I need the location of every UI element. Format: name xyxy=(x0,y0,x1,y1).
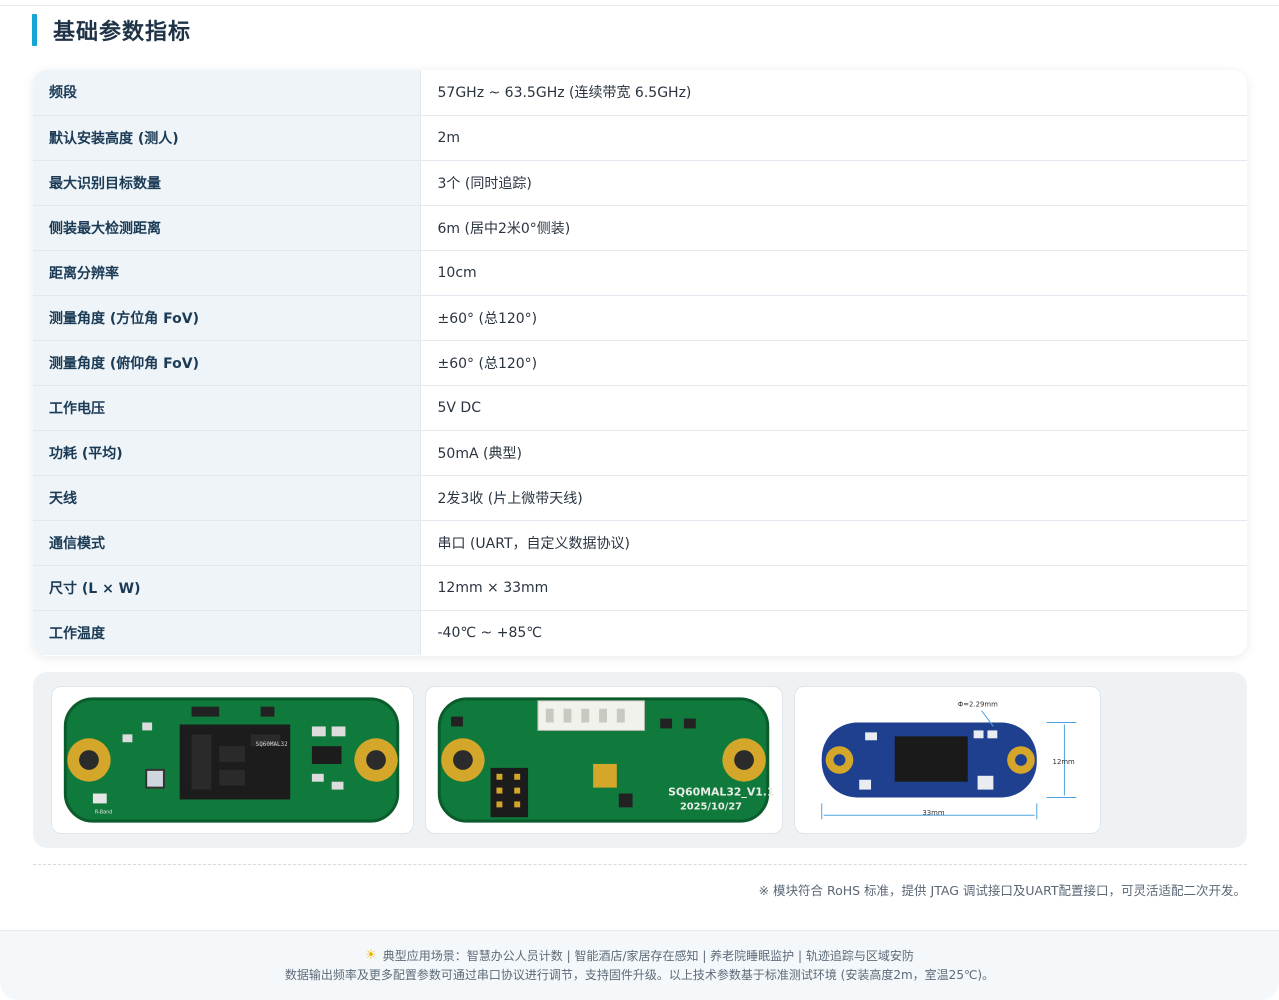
spec-row: 侧装最大检测距离 6m (居中2米0°侧装) xyxy=(33,205,1247,251)
spec-value: 串口 (UART，自定义数据协议) xyxy=(420,520,1247,566)
board-date-label: 2025/10/27 xyxy=(680,801,742,812)
spec-row: 尺寸 (L × W) 12mm × 33mm xyxy=(33,565,1247,611)
spec-value: 10cm xyxy=(420,250,1247,296)
spec-label: 距离分辨率 xyxy=(33,250,421,296)
application-scenarios-text: 典型应用场景：智慧办公人员计数 | 智能酒店/家居存在感知 | 养老院睡眠监护 … xyxy=(382,949,914,963)
board-back-image: SQ60MAL32 R-Band xyxy=(63,697,400,823)
height-dimension: 12mm xyxy=(1053,758,1075,766)
top-divider xyxy=(0,0,1279,6)
spec-label: 最大识别目标数量 xyxy=(33,160,421,206)
board-model-label: SQ60MAL32_V1.1 xyxy=(668,786,774,799)
page-footer: ☀ 典型应用场景：智慧办公人员计数 | 智能酒店/家居存在感知 | 养老院睡眠监… xyxy=(0,930,1279,1000)
spec-value: 57GHz ~ 63.5GHz (连续带宽 6.5GHz) xyxy=(420,70,1247,116)
spec-table-card: 频段 57GHz ~ 63.5GHz (连续带宽 6.5GHz) 默认安装高度 (… xyxy=(33,70,1247,656)
spec-label: 工作电压 xyxy=(33,385,421,431)
spec-row: 频段 57GHz ~ 63.5GHz (连续带宽 6.5GHz) xyxy=(33,70,1247,116)
board-front-photo[interactable]: SQ60MAL32_V1.1 2025/10/27 xyxy=(425,686,783,834)
compliance-note: ※ 模块符合 RoHS 标准，提供 JTAG 调试接口及UART配置接口，可灵活… xyxy=(758,883,1246,898)
spec-label: 尺寸 (L × W) xyxy=(33,565,421,611)
spec-label: 频段 xyxy=(33,70,421,116)
chip-marking: SQ60MAL32 xyxy=(256,742,288,748)
spec-label: 通信模式 xyxy=(33,520,421,566)
spec-label: 天线 xyxy=(33,475,421,521)
section-title: 基础参数指标 xyxy=(53,20,192,45)
dimension-drawing-image: 12mm 33mm Φ=2.29mm xyxy=(821,701,1077,820)
sun-icon: ☀ xyxy=(365,948,377,963)
dimension-drawing-photo[interactable]: 12mm 33mm Φ=2.29mm xyxy=(794,686,1101,834)
section-header: 基础参数指标 xyxy=(32,14,191,46)
spec-label: 默认安装高度 (测人) xyxy=(33,115,421,161)
section-accent-bar xyxy=(32,14,37,46)
spec-row: 天线 2发3收 (片上微带天线) xyxy=(33,475,1247,521)
spec-row: 工作温度 -40℃ ~ +85℃ xyxy=(33,610,1247,655)
spec-value: -40℃ ~ +85℃ xyxy=(437,624,543,641)
spec-label: 功耗 (平均) xyxy=(33,430,421,476)
spec-value: ±60° (总120°) xyxy=(420,340,1247,386)
width-dimension: 33mm xyxy=(922,809,944,817)
product-photo-gallery: SQ60MAL32 R-Band SQ60MAL32_V1.1 2025/10/… xyxy=(33,672,1247,848)
application-scenarios: ☀ 典型应用场景：智慧办公人员计数 | 智能酒店/家居存在感知 | 养老院睡眠监… xyxy=(0,947,1279,964)
spec-row: 功耗 (平均) 50mA (典型) xyxy=(33,430,1247,476)
spec-value: 50mA (典型) xyxy=(420,430,1247,476)
spec-value: 2发3收 (片上微带天线) xyxy=(420,475,1247,521)
spec-row: 默认安装高度 (测人) 2m xyxy=(33,115,1247,161)
spec-value: 6m (居中2米0°侧装) xyxy=(420,205,1247,251)
spec-label: 工作温度 xyxy=(33,610,421,655)
footer-disclaimer: 数据输出频率及更多配置参数可通过串口协议进行调节，支持固件升级。以上技术参数基于… xyxy=(284,968,995,982)
spec-label: 测量角度 (俯仰角 FoV) xyxy=(33,340,421,386)
hole-dimension: Φ=2.29mm xyxy=(958,701,998,709)
spec-row: 最大识别目标数量 3个 (同时追踪) xyxy=(33,160,1247,206)
board-front-image: SQ60MAL32_V1.1 2025/10/27 xyxy=(437,697,774,823)
spec-table: 频段 57GHz ~ 63.5GHz (连续带宽 6.5GHz) 默认安装高度 (… xyxy=(33,70,1247,655)
dashed-divider xyxy=(33,864,1247,865)
spec-value: ±60° (总120°) xyxy=(420,295,1247,341)
spec-row: 测量角度 (方位角 FoV) ±60° (总120°) xyxy=(33,295,1247,341)
spec-value: 3个 (同时追踪) xyxy=(420,160,1247,206)
spec-row: 测量角度 (俯仰角 FoV) ±60° (总120°) xyxy=(33,340,1247,386)
spec-label: 侧装最大检测距离 xyxy=(33,205,421,251)
spec-row: 距离分辨率 10cm xyxy=(33,250,1247,296)
spec-value: 2m xyxy=(420,115,1247,161)
spec-value: 5V DC xyxy=(420,385,1247,431)
spec-row: 工作电压 5V DC xyxy=(33,385,1247,431)
spec-row: 通信模式 串口 (UART，自定义数据协议) xyxy=(33,520,1247,566)
spec-label: 测量角度 (方位角 FoV) xyxy=(33,295,421,341)
silkscreen-label: R-Band xyxy=(95,809,112,815)
spec-value: 12mm × 33mm xyxy=(420,565,1247,611)
board-back-photo[interactable]: SQ60MAL32 R-Band xyxy=(51,686,414,834)
